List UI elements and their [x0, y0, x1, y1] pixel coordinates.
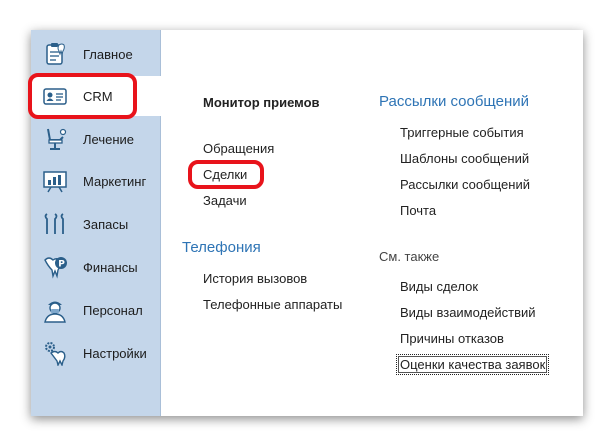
sidebar-item-label: Запасы — [83, 217, 129, 232]
sidebar-item-treatment[interactable]: Лечение — [31, 119, 160, 159]
link-message-mailings[interactable]: Рассылки сообщений — [400, 177, 530, 192]
sidebar-item-finance[interactable]: P Финансы — [31, 247, 160, 287]
sidebar-item-label: Настройки — [83, 346, 147, 361]
sidebar-item-label: Финансы — [83, 260, 138, 275]
telephony-header: Телефония — [182, 239, 261, 256]
see-also-header: См. также — [379, 249, 440, 264]
link-mail[interactable]: Почта — [400, 203, 436, 218]
sidebar-item-marketing[interactable]: Маркетинг — [31, 161, 160, 201]
crm-highlight — [28, 73, 137, 119]
tooth-coin-icon: P — [44, 257, 67, 279]
link-call-history[interactable]: История вызовов — [203, 271, 307, 286]
dental-tools-icon — [44, 213, 64, 234]
deals-highlight — [188, 160, 264, 189]
monitor-header[interactable]: Монитор приемов — [203, 95, 320, 110]
link-deal-types[interactable]: Виды сделок — [400, 279, 478, 294]
link-phones[interactable]: Телефонные аппараты — [203, 297, 342, 312]
sidebar-item-label: Лечение — [83, 132, 135, 147]
link-tasks[interactable]: Задачи — [203, 193, 247, 208]
dental-chair-icon — [47, 128, 67, 150]
tooth-gear-icon — [45, 342, 66, 366]
link-request-quality[interactable]: Оценки качества заявок — [395, 354, 550, 375]
link-refusal-reasons[interactable]: Причины отказов — [400, 331, 504, 346]
clipboard-tooth-icon — [46, 43, 65, 65]
link-appeals[interactable]: Обращения — [203, 141, 274, 156]
chart-board-icon — [43, 171, 67, 193]
sidebar-item-label: Главное — [83, 47, 133, 62]
sidebar-item-settings[interactable]: Настройки — [31, 333, 160, 373]
link-trigger-events[interactable]: Триггерные события — [400, 125, 524, 140]
doctor-icon — [44, 301, 66, 323]
link-message-templates[interactable]: Шаблоны сообщений — [400, 151, 529, 166]
link-interaction-types[interactable]: Виды взаимодействий — [400, 305, 536, 320]
sidebar-item-inventory[interactable]: Запасы — [31, 204, 160, 244]
sidebar-item-label: Персонал — [83, 303, 143, 318]
sidebar-item-staff[interactable]: Персонал — [31, 290, 160, 330]
mailing-header: Рассылки сообщений — [379, 93, 529, 110]
sidebar-item-main[interactable]: Главное — [31, 34, 160, 74]
crm-panel: Монитор приемов Обращения Сделки Задачи … — [161, 30, 583, 416]
svg-text:P: P — [58, 260, 65, 270]
sidebar-item-label: Маркетинг — [83, 174, 147, 189]
